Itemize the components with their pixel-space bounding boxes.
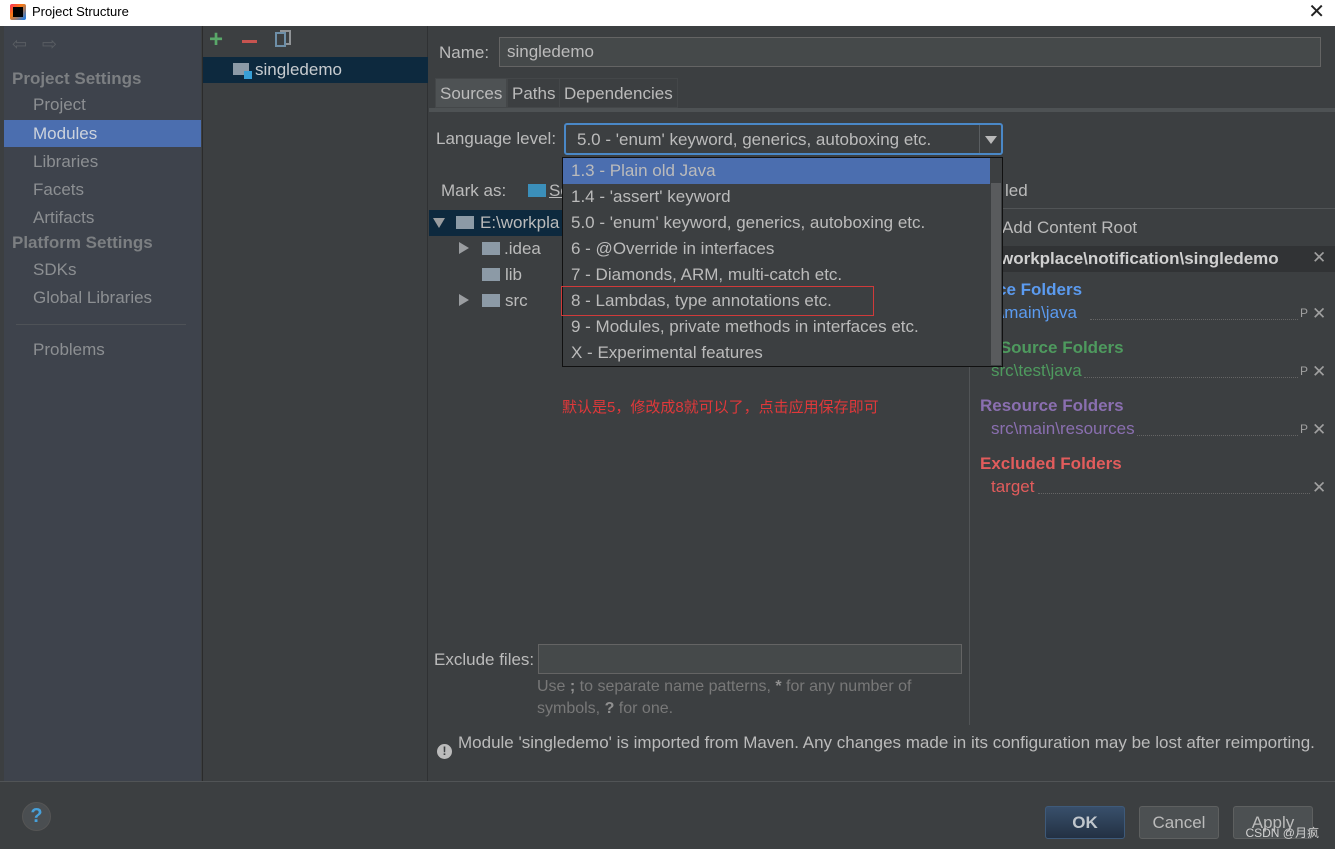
language-level-dropdown-list: 1.3 - Plain old Java 1.4 - 'assert' keyw… bbox=[562, 157, 1003, 367]
content-root-separator bbox=[969, 208, 1335, 209]
expand-triangle-icon[interactable] bbox=[459, 294, 469, 306]
sidebar-item-global-libraries[interactable]: Global Libraries bbox=[4, 284, 201, 311]
remove-folder-icon[interactable]: ✕ bbox=[1312, 363, 1326, 381]
sidebar-item-problems[interactable]: Problems bbox=[4, 336, 201, 363]
name-label: Name: bbox=[439, 43, 490, 62]
language-level-select[interactable]: 5.0 - 'enum' keyword, generics, autoboxi… bbox=[564, 123, 1003, 155]
remove-folder-icon[interactable]: ✕ bbox=[1312, 421, 1326, 439]
help-button[interactable]: ? bbox=[22, 802, 51, 831]
copy-icon bbox=[275, 32, 286, 47]
copy-module-button[interactable] bbox=[271, 30, 293, 52]
sidebar-item-libraries[interactable]: Libraries bbox=[4, 148, 201, 175]
module-folder-icon bbox=[233, 63, 252, 79]
module-list-panel: + singledemo bbox=[202, 26, 428, 781]
option-5-0[interactable]: 5.0 - 'enum' keyword, generics, autoboxi… bbox=[563, 210, 990, 236]
remove-folder-icon[interactable]: ✕ bbox=[1312, 305, 1326, 323]
csdn-watermark: CSDN @月疯 bbox=[1245, 826, 1319, 840]
mark-as-label: Mark as: bbox=[441, 181, 507, 200]
add-module-button[interactable]: + bbox=[209, 28, 231, 52]
exclude-files-label: Exclude files: bbox=[434, 650, 535, 669]
content-root-panel: Add Content Root workplace\notification\… bbox=[969, 210, 1335, 725]
project-structure-dialog: Project Structure ✕ ⇦ ⇨ Project Settings … bbox=[0, 0, 1335, 849]
remove-module-button[interactable] bbox=[239, 30, 261, 52]
folder-icon bbox=[482, 268, 500, 281]
mark-as-excluded-button[interactable]: led bbox=[1005, 181, 1028, 201]
sidebar-item-artifacts[interactable]: Artifacts bbox=[4, 204, 201, 231]
exclude-files-hint: Use ; to separate name patterns, * for a… bbox=[537, 678, 912, 717]
option-6[interactable]: 6 - @Override in interfaces bbox=[563, 236, 990, 262]
project-settings-heading: Project Settings bbox=[12, 69, 142, 88]
settings-sidebar: ⇦ ⇨ Project Settings Project Modules Libr… bbox=[4, 26, 201, 781]
sidebar-divider bbox=[16, 324, 186, 325]
folder-icon bbox=[482, 294, 500, 307]
folder-icon bbox=[456, 216, 474, 229]
intellij-app-icon bbox=[10, 4, 26, 20]
source-folder-path: c\main\java bbox=[991, 303, 1077, 322]
language-level-value: 5.0 - 'enum' keyword, generics, autoboxi… bbox=[577, 130, 932, 149]
dropdown-arrow-icon[interactable] bbox=[979, 125, 1001, 153]
tab-sources[interactable]: Sources bbox=[435, 78, 508, 108]
window-title: Project Structure bbox=[32, 4, 129, 19]
module-item-singledemo[interactable]: singledemo bbox=[203, 57, 428, 83]
title-bar: Project Structure ✕ bbox=[0, 0, 1335, 26]
dialog-footer: ? OK Cancel Apply CSDN @月疯 bbox=[0, 781, 1335, 849]
resource-folders-heading: Resource Folders bbox=[980, 396, 1124, 415]
option-7[interactable]: 7 - Diamonds, ARM, multi-catch etc. bbox=[563, 262, 990, 288]
module-item-label: singledemo bbox=[255, 60, 342, 79]
option-1-4[interactable]: 1.4 - 'assert' keyword bbox=[563, 184, 990, 210]
content-root-header: workplace\notification\singledemo ✕ bbox=[970, 246, 1335, 272]
collapse-triangle-icon[interactable] bbox=[433, 218, 445, 228]
sidebar-item-facets[interactable]: Facets bbox=[4, 176, 201, 203]
test-source-folder-path: src\test\java bbox=[991, 361, 1082, 380]
language-level-label: Language level: bbox=[436, 129, 557, 148]
sidebar-item-project[interactable]: Project bbox=[4, 91, 201, 118]
sidebar-item-sdks[interactable]: SDKs bbox=[4, 256, 201, 283]
resource-folder-path: src\main\resources bbox=[991, 419, 1135, 438]
platform-settings-heading: Platform Settings bbox=[12, 233, 153, 252]
sidebar-item-modules[interactable]: Modules bbox=[4, 120, 201, 147]
warning-icon: ! bbox=[437, 744, 452, 759]
nav-arrows: ⇦ ⇨ bbox=[12, 34, 72, 54]
option-x[interactable]: X - Experimental features bbox=[563, 340, 990, 366]
tree-node-label: lib bbox=[505, 265, 523, 284]
tab-paths[interactable]: Paths bbox=[507, 78, 561, 108]
cancel-button[interactable]: Cancel bbox=[1139, 806, 1219, 839]
tree-node-label: .idea bbox=[504, 239, 541, 258]
tab-underline bbox=[429, 108, 1335, 112]
dotted-leader bbox=[1084, 377, 1298, 378]
dotted-leader bbox=[1038, 493, 1310, 494]
maven-import-warning: Module 'singledemo' is imported from Mav… bbox=[458, 733, 1315, 752]
window-close-button[interactable]: ✕ bbox=[1308, 1, 1325, 23]
sources-folder-icon bbox=[528, 184, 546, 197]
exclude-files-input[interactable] bbox=[538, 644, 962, 674]
folder-properties-icon[interactable]: P bbox=[1300, 422, 1308, 436]
tab-dependencies[interactable]: Dependencies bbox=[559, 78, 678, 108]
option-9[interactable]: 9 - Modules, private methods in interfac… bbox=[563, 314, 990, 340]
dropdown-scrollbar[interactable] bbox=[990, 158, 1002, 366]
option-8-highlight-box bbox=[561, 286, 874, 316]
option-1-3[interactable]: 1.3 - Plain old Java bbox=[563, 158, 990, 184]
remove-content-root-icon[interactable]: ✕ bbox=[1312, 249, 1326, 267]
tree-node-label: E:\workpla bbox=[480, 213, 560, 232]
excluded-folder-path: target bbox=[991, 477, 1035, 496]
back-arrow-icon[interactable]: ⇦ bbox=[12, 34, 34, 55]
tree-node-label: src bbox=[505, 291, 528, 310]
dotted-leader bbox=[1137, 435, 1298, 436]
excluded-folders-heading: Excluded Folders bbox=[980, 454, 1122, 473]
remove-folder-icon[interactable]: ✕ bbox=[1312, 479, 1326, 497]
add-content-root-button[interactable]: Add Content Root bbox=[1002, 218, 1137, 238]
folder-icon bbox=[482, 242, 500, 255]
expand-triangle-icon[interactable] bbox=[459, 242, 469, 254]
folder-properties-icon[interactable]: P bbox=[1300, 364, 1308, 378]
dotted-leader bbox=[1090, 319, 1298, 320]
ok-button[interactable]: OK bbox=[1045, 806, 1125, 839]
module-name-input[interactable]: singledemo bbox=[499, 37, 1321, 67]
forward-arrow-icon[interactable]: ⇨ bbox=[42, 34, 64, 55]
folder-properties-icon[interactable]: P bbox=[1300, 306, 1308, 320]
annotation-note: 默认是5，修改成8就可以了，点击应用保存即可 bbox=[562, 399, 879, 416]
scrollbar-thumb[interactable] bbox=[991, 183, 1001, 365]
content-root-path: workplace\notification\singledemo bbox=[1000, 249, 1279, 268]
